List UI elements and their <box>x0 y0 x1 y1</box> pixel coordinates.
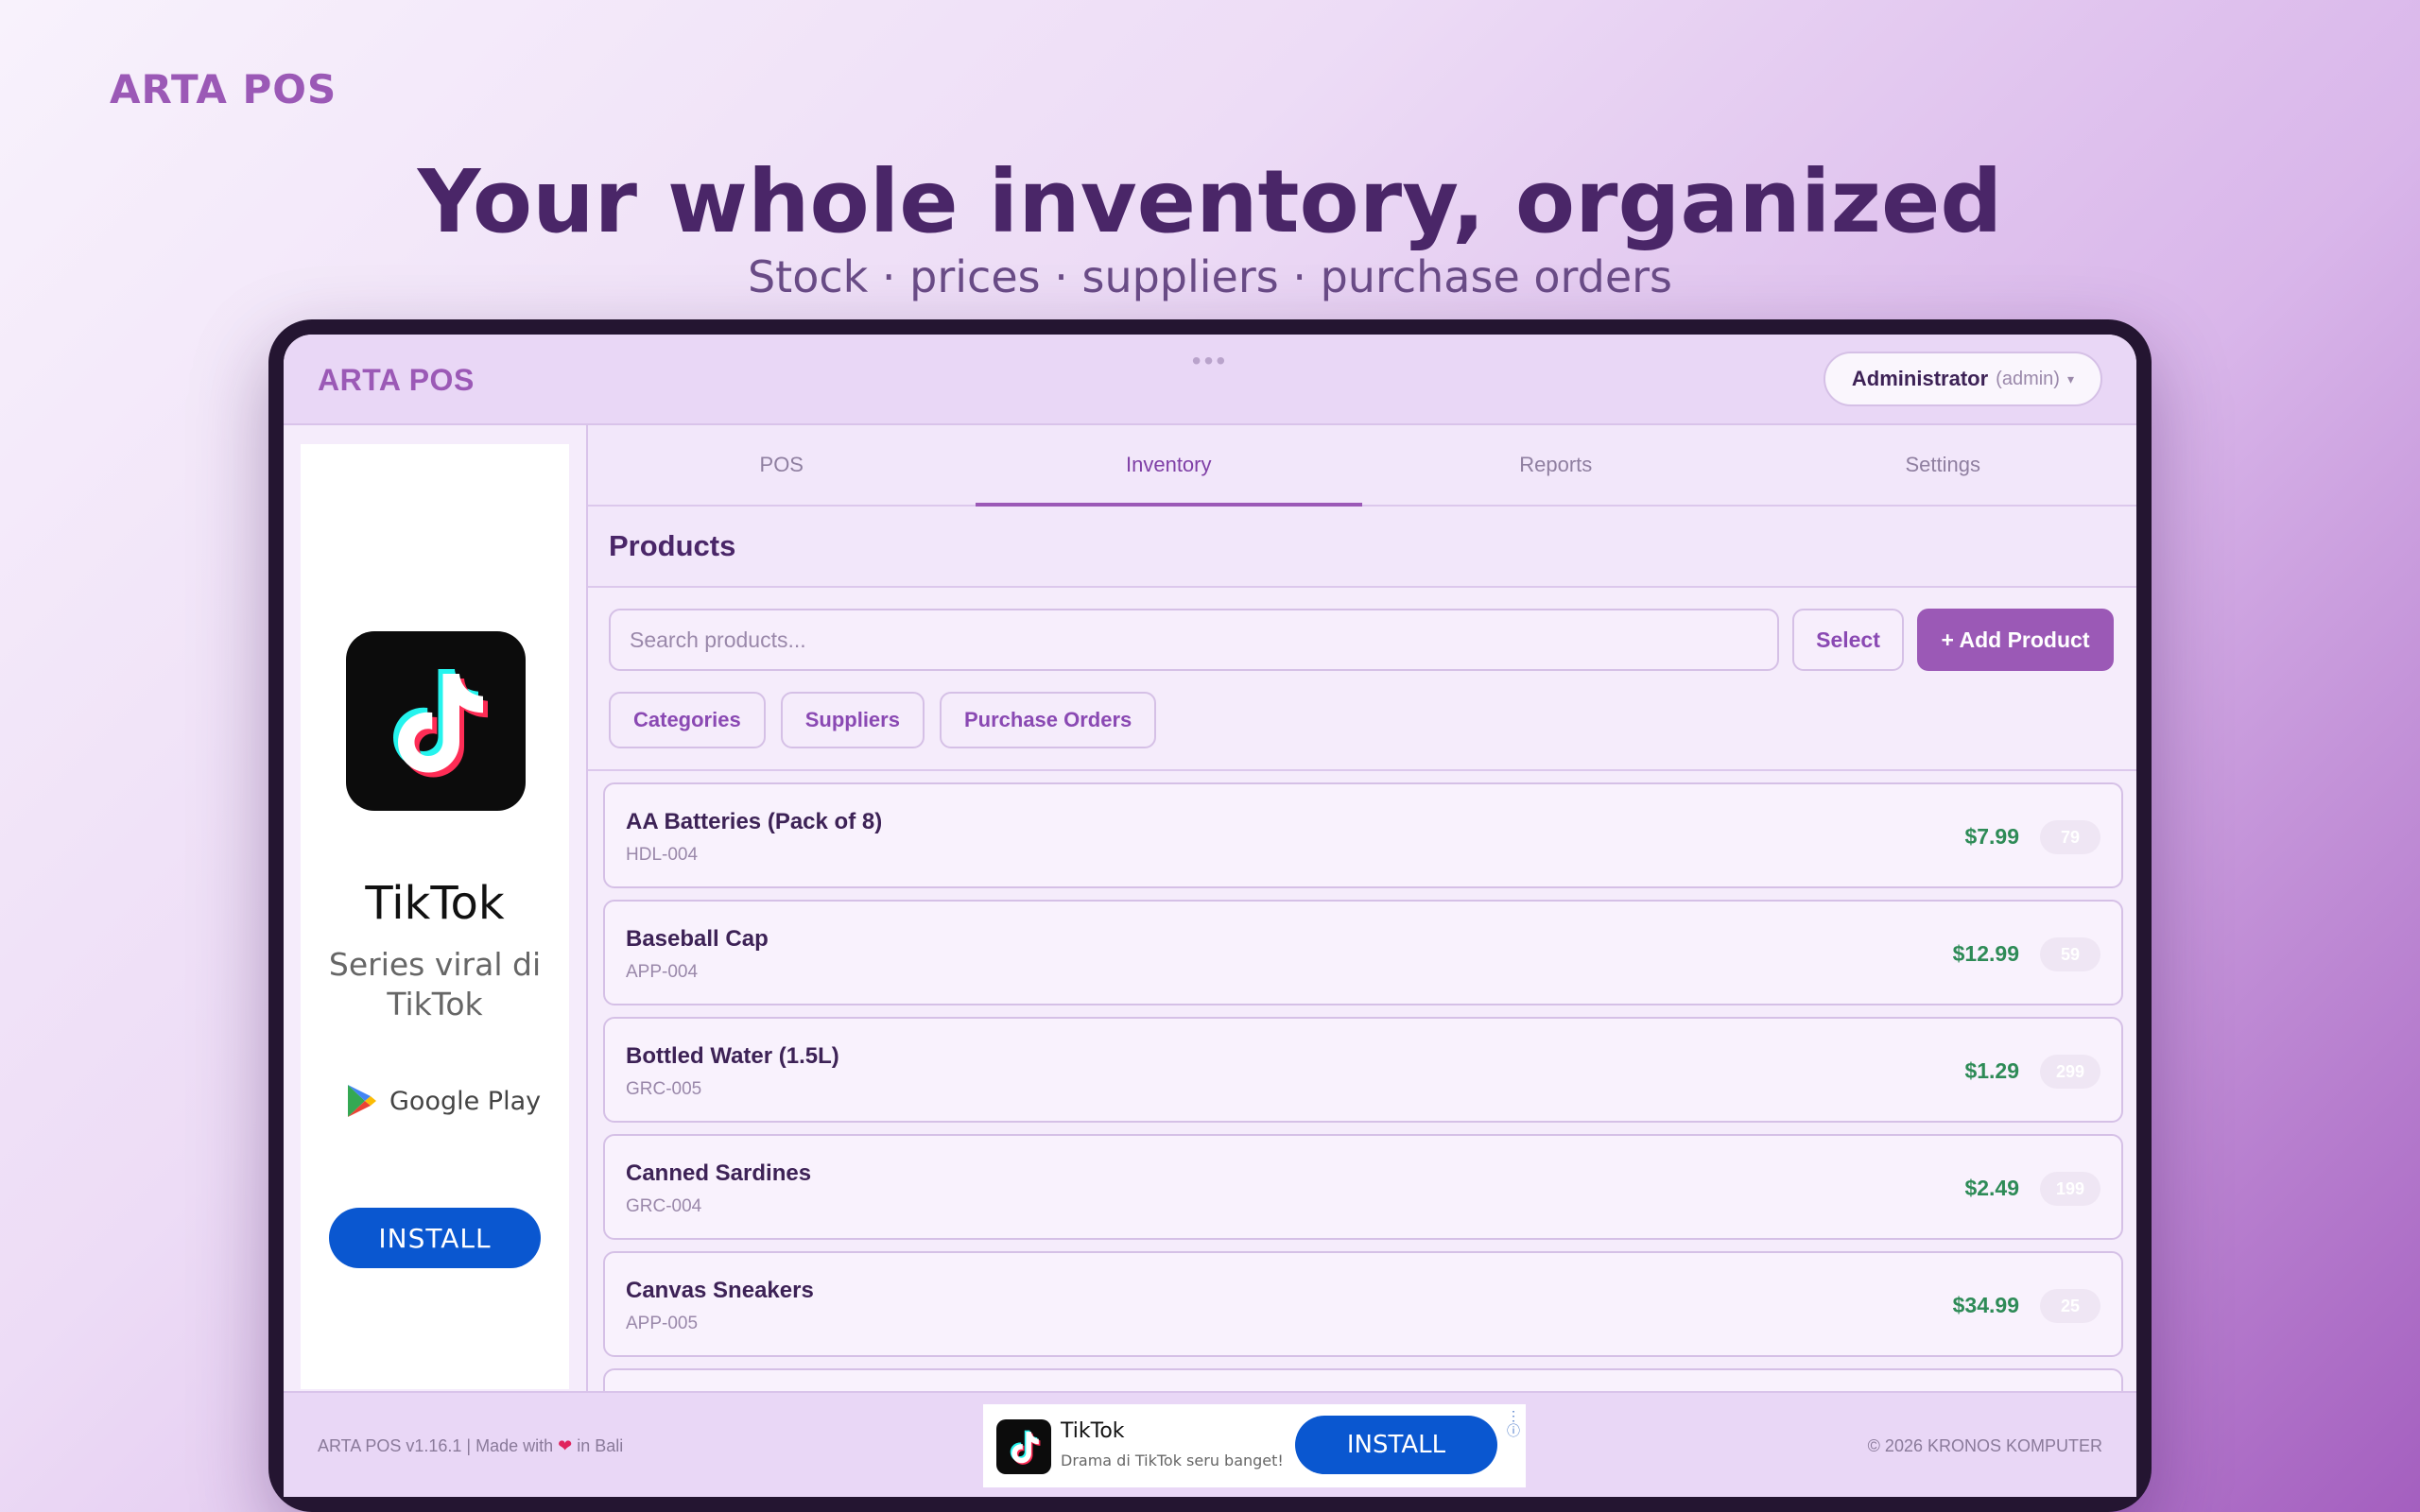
page-brand: ARTA POS <box>110 66 337 112</box>
more-options-icon: ⋮ <box>1507 1408 1520 1423</box>
banner-ad[interactable]: TikTok Drama di TikTok seru banget! INST… <box>983 1404 1526 1487</box>
app-footer: ARTA POS v1.16.1 | Made with ❤ in Bali T… <box>284 1391 2136 1497</box>
tab-reports[interactable]: Reports <box>1362 425 1750 505</box>
product-name: AA Batteries (Pack of 8) <box>626 809 883 834</box>
product-price: $7.99 <box>1964 824 2019 849</box>
google-play-icon <box>348 1085 376 1117</box>
footer-origin-text: in Bali <box>577 1436 624 1455</box>
tab-bar: POS Inventory Reports Settings <box>588 425 2136 507</box>
product-name: Canvas Sneakers <box>626 1278 814 1303</box>
google-play-badge[interactable]: Google Play <box>346 1083 541 1119</box>
select-button[interactable]: Select <box>1792 609 1904 671</box>
ad-options[interactable]: ⋮ ⓘ <box>1505 1408 1522 1465</box>
sidebar-ad-install-button[interactable]: INSTALL <box>329 1208 541 1268</box>
chevron-down-icon: ▾ <box>2066 370 2074 387</box>
tiktok-logo-icon <box>346 631 526 811</box>
footer-version-text: ARTA POS v1.16.1 | Made with <box>318 1436 554 1455</box>
main-panel: POS Inventory Reports Settings Products … <box>586 425 2136 1391</box>
product-sku: APP-005 <box>626 1314 699 1333</box>
add-product-button[interactable]: + Add Product <box>1917 609 2114 671</box>
product-name: Bottled Water (1.5L) <box>626 1043 839 1069</box>
hero-subtitle: Stock · prices · suppliers · purchase or… <box>747 251 1673 302</box>
table-row[interactable]: AA Batteries (Pack of 8) HDL-004 $7.99 7… <box>603 782 2123 888</box>
app-brand: ARTA POS <box>318 363 475 397</box>
footer-copyright: © 2026 KRONOS KOMPUTER <box>1867 1436 2102 1455</box>
product-list: AA Batteries (Pack of 8) HDL-004 $7.99 7… <box>603 782 2123 1391</box>
product-name: Canned Sardines <box>626 1160 812 1186</box>
divider <box>588 769 2136 771</box>
product-sku: GRC-005 <box>626 1079 702 1099</box>
stock-badge: 299 <box>2040 1055 2100 1089</box>
banner-ad-install-button[interactable]: INSTALL <box>1295 1416 1497 1474</box>
product-price: $2.49 <box>1964 1176 2019 1200</box>
sidebar-ad[interactable]: TikTok Series viral di TikTok Google Pla… <box>301 444 569 1389</box>
tablet-frame: ARTA POS ••• Administrator (admin) ▾ Tik… <box>268 319 2152 1512</box>
banner-ad-description: Drama di TikTok seru banget! <box>1061 1452 1284 1469</box>
suppliers-button[interactable]: Suppliers <box>780 692 925 748</box>
tab-inventory[interactable]: Inventory <box>975 425 1363 507</box>
app-screen: ARTA POS ••• Administrator (admin) ▾ Tik… <box>284 335 2136 1497</box>
tiktok-logo-icon <box>996 1419 1051 1474</box>
user-name: Administrator <box>1851 367 1989 390</box>
tab-settings[interactable]: Settings <box>1750 425 2137 505</box>
sidebar-ad-description: Series viral di TikTok <box>328 946 542 1022</box>
table-row[interactable]: Bottled Water (1.5L) GRC-005 $1.29 299 <box>603 1017 2123 1123</box>
google-play-label: Google Play <box>389 1086 542 1116</box>
tab-pos[interactable]: POS <box>588 425 976 505</box>
heart-icon: ❤ <box>558 1436 573 1455</box>
product-price: $34.99 <box>1952 1293 2019 1317</box>
banner-ad-title: TikTok <box>1061 1419 1125 1443</box>
purchase-orders-button[interactable]: Purchase Orders <box>939 692 1157 748</box>
table-row[interactable]: Baseball Cap APP-004 $12.99 59 <box>603 900 2123 1005</box>
footer-version: ARTA POS v1.16.1 | Made with ❤ in Bali <box>318 1436 623 1456</box>
product-sku: GRC-004 <box>626 1196 702 1216</box>
stock-badge: 199 <box>2040 1172 2100 1206</box>
categories-button[interactable]: Categories <box>609 692 766 748</box>
table-row[interactable]: Canvas Sneakers APP-005 $34.99 25 <box>603 1251 2123 1357</box>
user-menu-button[interactable]: Administrator (admin) ▾ <box>1823 352 2102 406</box>
sidebar-ad-title: TikTok <box>365 877 505 930</box>
stock-badge: 79 <box>2040 820 2100 854</box>
stock-badge: 59 <box>2040 937 2100 971</box>
product-sku: HDL-004 <box>626 845 699 865</box>
table-row[interactable] <box>603 1368 2123 1391</box>
product-name: Baseball Cap <box>626 926 769 952</box>
app-header: ARTA POS ••• Administrator (admin) ▾ <box>284 335 2136 425</box>
panel-title: Products <box>588 507 2136 588</box>
product-price: $12.99 <box>1952 941 2019 966</box>
stock-badge: 25 <box>2040 1289 2100 1323</box>
table-row[interactable]: Canned Sardines GRC-004 $2.49 199 <box>603 1134 2123 1240</box>
search-input[interactable] <box>609 609 1779 671</box>
window-dots-icon: ••• <box>1191 346 1229 375</box>
user-role: (admin) <box>1996 368 2060 389</box>
filter-chips: Categories Suppliers Purchase Orders <box>609 692 1157 748</box>
product-price: $1.29 <box>1964 1058 2019 1083</box>
product-sku: APP-004 <box>626 962 699 982</box>
product-toolbar: Select + Add Product <box>609 609 2116 671</box>
info-icon: ⓘ <box>1507 1423 1520 1438</box>
hero-title: Your whole inventory, organized <box>417 151 2003 252</box>
